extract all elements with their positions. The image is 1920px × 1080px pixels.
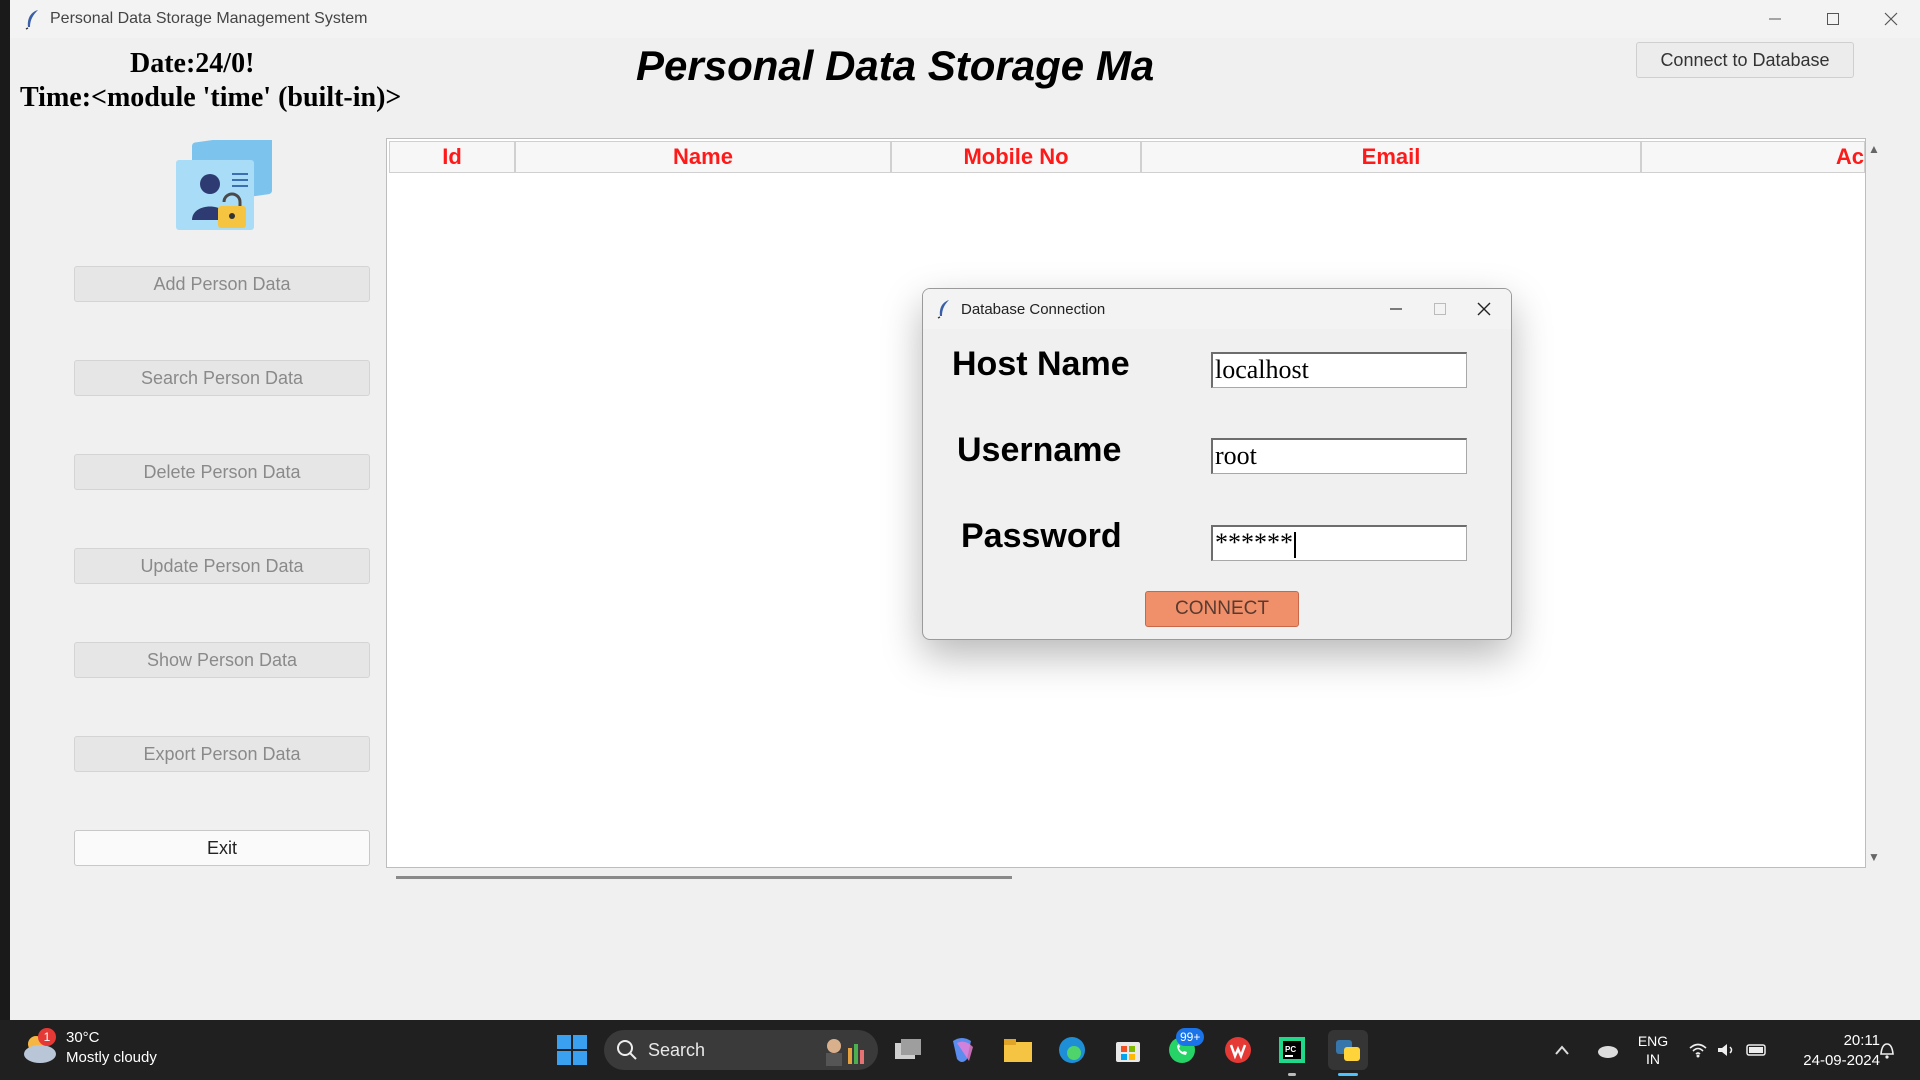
username-input[interactable]: root bbox=[1211, 438, 1467, 474]
password-input[interactable]: ****** bbox=[1211, 525, 1467, 561]
search-icon bbox=[617, 1040, 637, 1060]
chevron-up-icon[interactable] bbox=[1554, 1044, 1570, 1056]
column-header-mobile[interactable]: Mobile No bbox=[891, 141, 1141, 173]
minimize-icon bbox=[1769, 18, 1781, 20]
column-header-address[interactable]: Ac bbox=[1641, 141, 1865, 173]
database-connection-dialog: Database Connection Host Name localhost … bbox=[922, 288, 1512, 640]
taskbar: 1 30°C Mostly cloudy Search 99+ PC ENG I… bbox=[0, 1020, 1920, 1080]
show-person-data-button[interactable]: Show Person Data bbox=[74, 642, 370, 678]
svg-text:PC: PC bbox=[1285, 1045, 1296, 1054]
search-person-data-button[interactable]: Search Person Data bbox=[74, 360, 370, 396]
close-button[interactable] bbox=[1862, 0, 1920, 38]
maximize-icon bbox=[1827, 13, 1839, 25]
feather-icon bbox=[937, 300, 949, 319]
task-view-icon[interactable] bbox=[888, 1030, 928, 1070]
scroll-up-arrow-icon[interactable]: ▲ bbox=[1868, 142, 1882, 156]
date-label: Date:24/0! bbox=[130, 48, 255, 79]
scroll-down-arrow-icon[interactable]: ▼ bbox=[1868, 850, 1882, 864]
cloudy-weather-icon: 1 bbox=[20, 1028, 60, 1066]
export-person-data-button[interactable]: Export Person Data bbox=[74, 736, 370, 772]
connect-button[interactable]: CONNECT bbox=[1145, 591, 1299, 627]
column-header-name[interactable]: Name bbox=[515, 141, 891, 173]
username-label: Username bbox=[957, 431, 1122, 469]
dialog-close-button[interactable] bbox=[1455, 289, 1511, 329]
copilot-icon[interactable] bbox=[942, 1030, 982, 1070]
weather-widget[interactable]: 1 30°C Mostly cloudy bbox=[20, 1028, 157, 1068]
pycharm-icon[interactable]: PC bbox=[1272, 1030, 1312, 1070]
wifi-icon[interactable] bbox=[1688, 1042, 1708, 1058]
pycharm-running-indicator bbox=[1288, 1073, 1296, 1076]
search-label: Search bbox=[648, 1039, 706, 1060]
microsoft-store-icon[interactable] bbox=[1108, 1030, 1148, 1070]
clock-time: 20:11 bbox=[1843, 1032, 1880, 1049]
close-icon bbox=[1884, 12, 1898, 26]
page-title: Personal Data Storage Ma bbox=[636, 42, 1155, 89]
dialog-minimize-button[interactable] bbox=[1367, 289, 1425, 329]
window-title: Personal Data Storage Management System bbox=[50, 10, 368, 27]
add-person-data-button[interactable]: Add Person Data bbox=[74, 266, 370, 302]
system-tray bbox=[1548, 1020, 1620, 1080]
battery-icon[interactable] bbox=[1746, 1043, 1768, 1057]
connect-to-database-button[interactable]: Connect to Database bbox=[1636, 42, 1854, 78]
maximize-icon bbox=[1434, 303, 1446, 315]
host-name-label: Host Name bbox=[952, 345, 1130, 383]
weather-notification-badge: 1 bbox=[38, 1028, 56, 1046]
python-app-icon[interactable] bbox=[1328, 1030, 1368, 1070]
dialog-maximize-button bbox=[1425, 289, 1455, 329]
minimize-button[interactable] bbox=[1746, 0, 1804, 38]
file-explorer-icon[interactable] bbox=[998, 1030, 1038, 1070]
feather-icon bbox=[25, 10, 38, 30]
minimize-icon bbox=[1390, 308, 1402, 310]
edge-browser-icon[interactable] bbox=[1052, 1030, 1092, 1070]
weather-description: Mostly cloudy bbox=[66, 1049, 157, 1066]
time-label: Time:<module 'time' (built-in)> bbox=[20, 82, 402, 113]
horizontal-scrollbar-thumb[interactable] bbox=[396, 876, 1012, 879]
search-highlight-icon bbox=[826, 1039, 864, 1066]
exit-button[interactable]: Exit bbox=[74, 830, 370, 866]
secure-person-logo-icon bbox=[176, 140, 272, 230]
dialog-titlebar[interactable]: Database Connection bbox=[923, 289, 1511, 329]
windows-start-icon[interactable] bbox=[556, 1034, 588, 1066]
delete-person-data-button[interactable]: Delete Person Data bbox=[74, 454, 370, 490]
language-indicator[interactable]: ENG IN bbox=[1636, 1032, 1670, 1068]
column-header-email[interactable]: Email bbox=[1141, 141, 1641, 173]
close-icon bbox=[1477, 302, 1491, 316]
onedrive-cloud-icon[interactable] bbox=[1596, 1042, 1620, 1058]
host-name-input[interactable]: localhost bbox=[1211, 352, 1467, 388]
taskbar-clock[interactable]: 20:11 24-09-2024 bbox=[1780, 1031, 1880, 1071]
maximize-button[interactable] bbox=[1804, 0, 1862, 38]
weather-temperature: 30°C bbox=[66, 1029, 100, 1046]
taskbar-search-box[interactable]: Search bbox=[604, 1030, 878, 1070]
window-titlebar[interactable]: Personal Data Storage Management System bbox=[10, 0, 1920, 38]
text-caret bbox=[1294, 532, 1296, 559]
region-code: IN bbox=[1646, 1051, 1660, 1067]
language-code: ENG bbox=[1637, 1033, 1669, 1049]
column-header-id[interactable]: Id bbox=[389, 141, 515, 173]
password-label: Password bbox=[961, 517, 1122, 555]
volume-icon[interactable] bbox=[1716, 1042, 1736, 1058]
python-active-indicator bbox=[1338, 1073, 1358, 1076]
whatsapp-badge: 99+ bbox=[1176, 1028, 1205, 1046]
notification-bell-icon[interactable] bbox=[1878, 1040, 1896, 1060]
wps-office-icon[interactable] bbox=[1218, 1030, 1258, 1070]
dialog-title: Database Connection bbox=[961, 300, 1106, 318]
table-header: Id Name Mobile No Email Ac bbox=[389, 141, 1865, 173]
update-person-data-button[interactable]: Update Person Data bbox=[74, 548, 370, 584]
clock-date: 24-09-2024 bbox=[1803, 1052, 1880, 1069]
password-value: ****** bbox=[1215, 528, 1293, 557]
